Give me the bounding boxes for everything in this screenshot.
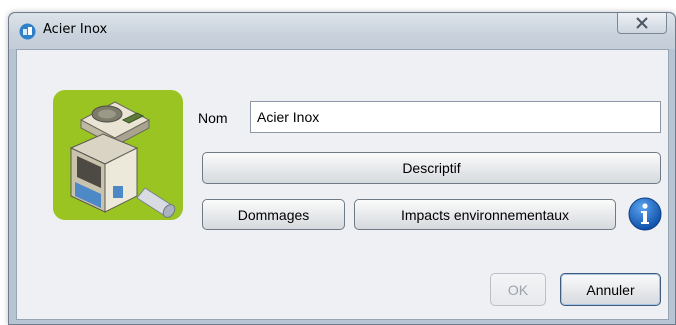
dialog-content: Nom Descriptif Dommages Impacts environn… [16,49,669,320]
app-logo-icon [19,23,36,40]
ok-button[interactable]: OK [490,273,546,306]
material-illustration [53,90,183,220]
info-icon[interactable] [628,197,662,231]
annuler-button[interactable]: Annuler [560,273,661,306]
dialog-window: Acier Inox Nom Acier Inox Descriptif Dom… [8,12,676,325]
descriptif-button[interactable]: Descriptif [202,152,661,184]
close-icon [636,17,648,29]
impacts-environnementaux-button[interactable]: Impacts environnementaux [354,199,616,230]
nom-label: Nom [198,110,228,126]
title-bar[interactable]: Acier Inox [9,13,675,49]
nom-input[interactable] [250,101,661,133]
dommages-button[interactable]: Dommages [202,199,345,230]
window-title: Acier Inox [43,22,108,37]
close-button[interactable] [617,13,667,34]
